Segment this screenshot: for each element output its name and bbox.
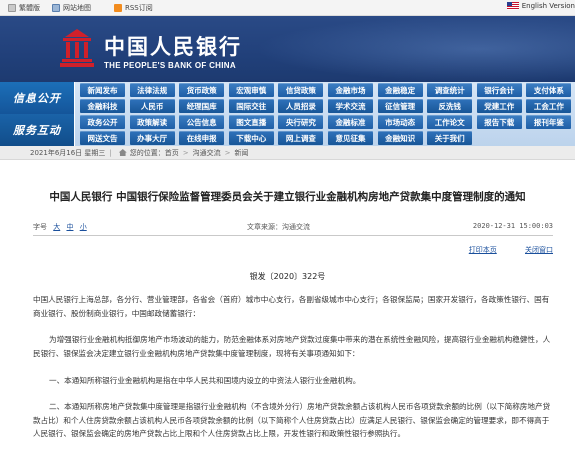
nav-item[interactable]: 金融标准 [328,115,373,129]
pboc-logo-icon[interactable] [57,27,97,69]
rss-label: RSS订阅 [125,4,153,12]
nav-item[interactable]: 工作论文 [427,115,473,129]
current-date: 2021年6月16日 星期三 [30,148,106,157]
close-window-link[interactable]: 关闭窗口 [525,246,553,254]
nav-item[interactable]: 调查统计 [427,83,473,97]
top-utility-bar: 繁體版 网站地图 RSS订阅 English Version [0,0,575,16]
breadcrumb-communication[interactable]: 沟通交流 [193,148,221,158]
nav-item[interactable]: 新闻发布 [80,83,125,97]
nav-item[interactable]: 下载中心 [228,131,274,145]
nav-item[interactable]: 意见征集 [328,131,373,145]
rss-icon [114,4,122,12]
nav-item[interactable]: 国际交往 [228,99,274,113]
breadcrumb: 2021年6月16日 星期三 | 您的位置： 首页 > 沟通交流 > 新闻 [0,146,575,160]
info-disclosure-label: 信息公开 [0,82,75,114]
nav-item[interactable]: 支付体系 [526,83,572,97]
nav-item[interactable]: 金融稳定 [377,83,423,97]
article-meta: 字号 大 中 小 文章来源：沟通交流 2020-12-31 15:00:03 [33,222,553,234]
sitemap-link[interactable]: 网站地图 [52,3,91,13]
nav-item[interactable]: 央行研究 [278,115,324,129]
breadcrumb-news[interactable]: 新闻 [235,148,249,158]
traditional-label: 繁體版 [19,4,40,12]
english-version-link[interactable]: English Version [506,2,575,10]
article-paragraph: 一、本通知所称银行业金融机构是指在中华人民共和国境内设立的中资法人银行业金融机构… [49,376,361,385]
bank-name-cn: 中国人民银行 [104,34,242,59]
sitemap-label: 网站地图 [63,4,91,12]
article-paragraph: 为增强银行业金融机构抵御房地产市场波动的能力，防范金融体系对房地产贷款过度集中带… [33,335,551,358]
nav-item[interactable]: 办事大厅 [129,131,175,145]
traditional-icon [8,4,16,12]
nav-item[interactable]: 法律法规 [129,83,175,97]
nav-item[interactable]: 报告下载 [476,115,522,129]
font-size-controls: 字号 大 中 小 [33,222,91,232]
nav-item[interactable]: 人民币 [129,99,175,113]
divider [33,235,553,236]
breadcrumb-home[interactable]: 首页 [165,148,179,158]
nav-item[interactable]: 图文直播 [228,115,274,129]
nav-item[interactable]: 报刊年鉴 [526,115,572,129]
service-interaction-label: 服务互动 [0,114,75,146]
nav-item[interactable]: 经理国库 [179,99,225,113]
nav-item[interactable]: 工会工作 [526,99,572,113]
nav-item[interactable]: 网上调查 [278,131,324,145]
article-date: 2020-12-31 15:00:03 [472,222,553,230]
nav-item[interactable]: 宏观审慎 [228,83,274,97]
nav-item[interactable]: 网送文告 [80,131,125,145]
print-page-link[interactable]: 打印本页 [469,246,497,254]
nav-item[interactable]: 关于我们 [427,131,473,145]
nav-item[interactable]: 金融知识 [377,131,423,145]
document-number: 银发〔2020〕322号 [249,272,326,281]
nav-item[interactable]: 人员招录 [278,99,324,113]
font-size-medium[interactable]: 中 [66,223,73,231]
header-banner: 中国人民银行 THE PEOPLE'S BANK OF CHINA [0,16,575,82]
nav-item[interactable]: 金融科技 [80,99,125,113]
sitemap-icon [52,4,60,12]
nav-item[interactable]: 公告信息 [179,115,225,129]
article-title: 中国人民银行 中国银行保险监督管理委员会关于建立银行业金融机构房地产贷款集中度管… [49,191,526,203]
main-navigation: 信息公开 服务互动 新闻发布 法律法规 货币政策 宏观审慎 信贷政策 金融市场 金融稳定 调查… [0,82,575,146]
font-size-large[interactable]: 大 [53,223,60,231]
nav-item[interactable]: 征信管理 [377,99,423,113]
english-version-label: English Version [521,2,575,10]
rss-link[interactable]: RSS订阅 [114,3,153,13]
nav-item[interactable]: 货币政策 [179,83,225,97]
bank-name-en: THE PEOPLE'S BANK OF CHINA [104,61,236,70]
article-actions: 打印本页 关闭窗口 [443,245,553,255]
nav-item[interactable]: 政策解读 [129,115,175,129]
home-icon [118,149,127,156]
nav-item[interactable]: 政务公开 [80,115,125,129]
article-paragraph: 中国人民银行上海总部，各分行、营业管理部，各省会（首府）城市中心支行，各副省级城… [33,295,550,318]
font-size-label: 字号 [33,223,47,231]
traditional-link[interactable]: 繁體版 [8,3,40,13]
uk-flag-icon [506,2,519,10]
nav-item[interactable]: 银行会计 [476,83,522,97]
article-paragraph: 二、本通知所称房地产贷款集中度管理是指银行业金融机构（不含境外分行）房地产贷款余… [33,402,551,438]
nav-item[interactable]: 市场动态 [377,115,423,129]
article-source: 文章来源：沟通交流 [247,223,310,231]
you-are-here-label: 您的位置： [129,148,165,157]
nav-item[interactable]: 金融市场 [328,83,373,97]
font-size-small[interactable]: 小 [80,223,87,231]
nav-item[interactable]: 党建工作 [476,99,522,113]
nav-item[interactable]: 在线申报 [179,131,225,145]
nav-item[interactable]: 信贷政策 [278,83,324,97]
nav-item[interactable]: 反洗钱 [427,99,473,113]
nav-item[interactable]: 学术交流 [328,99,373,113]
